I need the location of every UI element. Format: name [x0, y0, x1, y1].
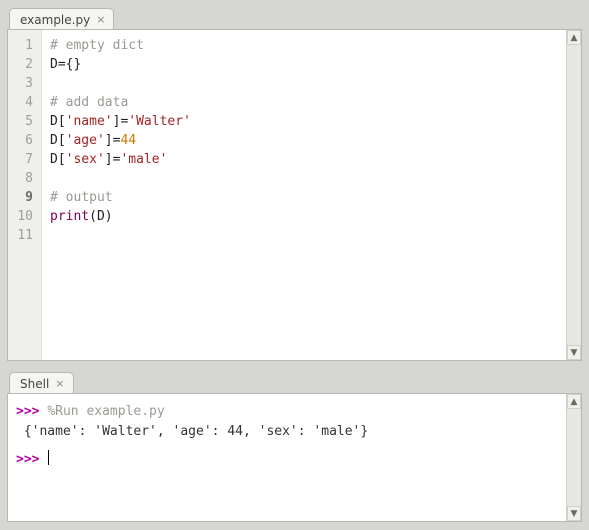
shell-scrollbar[interactable]: ▲ ▼ — [566, 394, 581, 521]
shell-prompt: >>> — [16, 452, 47, 467]
code-line[interactable]: D={} — [50, 55, 558, 74]
scroll-up-icon[interactable]: ▲ — [567, 394, 581, 409]
shell-input-line[interactable]: >>> — [16, 450, 558, 470]
code-editor[interactable]: # empty dictD={} # add dataD['name']='Wa… — [42, 30, 566, 360]
line-number: 3 — [8, 74, 33, 93]
editor-tabbar: example.py × — [7, 6, 582, 30]
scroll-down-icon[interactable]: ▼ — [567, 506, 581, 521]
line-number: 9 — [8, 188, 33, 207]
line-number-gutter: 1234567891011 — [8, 30, 42, 360]
code-line[interactable]: D['sex']='male' — [50, 150, 558, 169]
code-line[interactable] — [50, 74, 558, 93]
shell-output: {'name': 'Walter', 'age': 44, 'sex': 'ma… — [16, 422, 558, 442]
shell-tab-label: Shell — [20, 377, 49, 391]
editor-pane: 1234567891011 # empty dictD={} # add dat… — [7, 29, 582, 361]
scroll-down-icon[interactable]: ▼ — [567, 345, 581, 360]
line-number: 8 — [8, 169, 33, 188]
editor-window: example.py × 1234567891011 # empty dictD… — [7, 6, 582, 361]
shell-tabbar: Shell × — [7, 370, 582, 394]
code-line[interactable]: print(D) — [50, 207, 558, 226]
line-number: 2 — [8, 55, 33, 74]
editor-area[interactable]: 1234567891011 # empty dictD={} # add dat… — [8, 30, 566, 360]
close-icon[interactable]: × — [55, 378, 64, 389]
code-line[interactable]: # output — [50, 188, 558, 207]
line-number: 1 — [8, 36, 33, 55]
code-line[interactable] — [50, 226, 558, 245]
shell-line: >>> %Run example.py — [16, 402, 558, 422]
text-cursor — [48, 450, 49, 465]
line-number: 4 — [8, 93, 33, 112]
editor-tab[interactable]: example.py × — [9, 8, 114, 30]
code-line[interactable]: D['age']=44 — [50, 131, 558, 150]
editor-scrollbar[interactable]: ▲ ▼ — [566, 30, 581, 360]
shell-run-command: %Run example.py — [47, 404, 164, 419]
shell-pane: >>> %Run example.py {'name': 'Walter', '… — [7, 393, 582, 522]
code-line[interactable]: D['name']='Walter' — [50, 112, 558, 131]
line-number: 11 — [8, 226, 33, 245]
line-number: 6 — [8, 131, 33, 150]
code-line[interactable]: # add data — [50, 93, 558, 112]
close-icon[interactable]: × — [96, 14, 105, 25]
line-number: 5 — [8, 112, 33, 131]
code-line[interactable]: # empty dict — [50, 36, 558, 55]
scroll-up-icon[interactable]: ▲ — [567, 30, 581, 45]
shell-prompt: >>> — [16, 404, 47, 419]
line-number: 7 — [8, 150, 33, 169]
line-number: 10 — [8, 207, 33, 226]
shell-console[interactable]: >>> %Run example.py {'name': 'Walter', '… — [8, 394, 566, 521]
code-line[interactable] — [50, 169, 558, 188]
shell-window: Shell × >>> %Run example.py {'name': 'Wa… — [7, 370, 582, 522]
editor-tab-label: example.py — [20, 13, 90, 27]
shell-tab[interactable]: Shell × — [9, 372, 74, 394]
